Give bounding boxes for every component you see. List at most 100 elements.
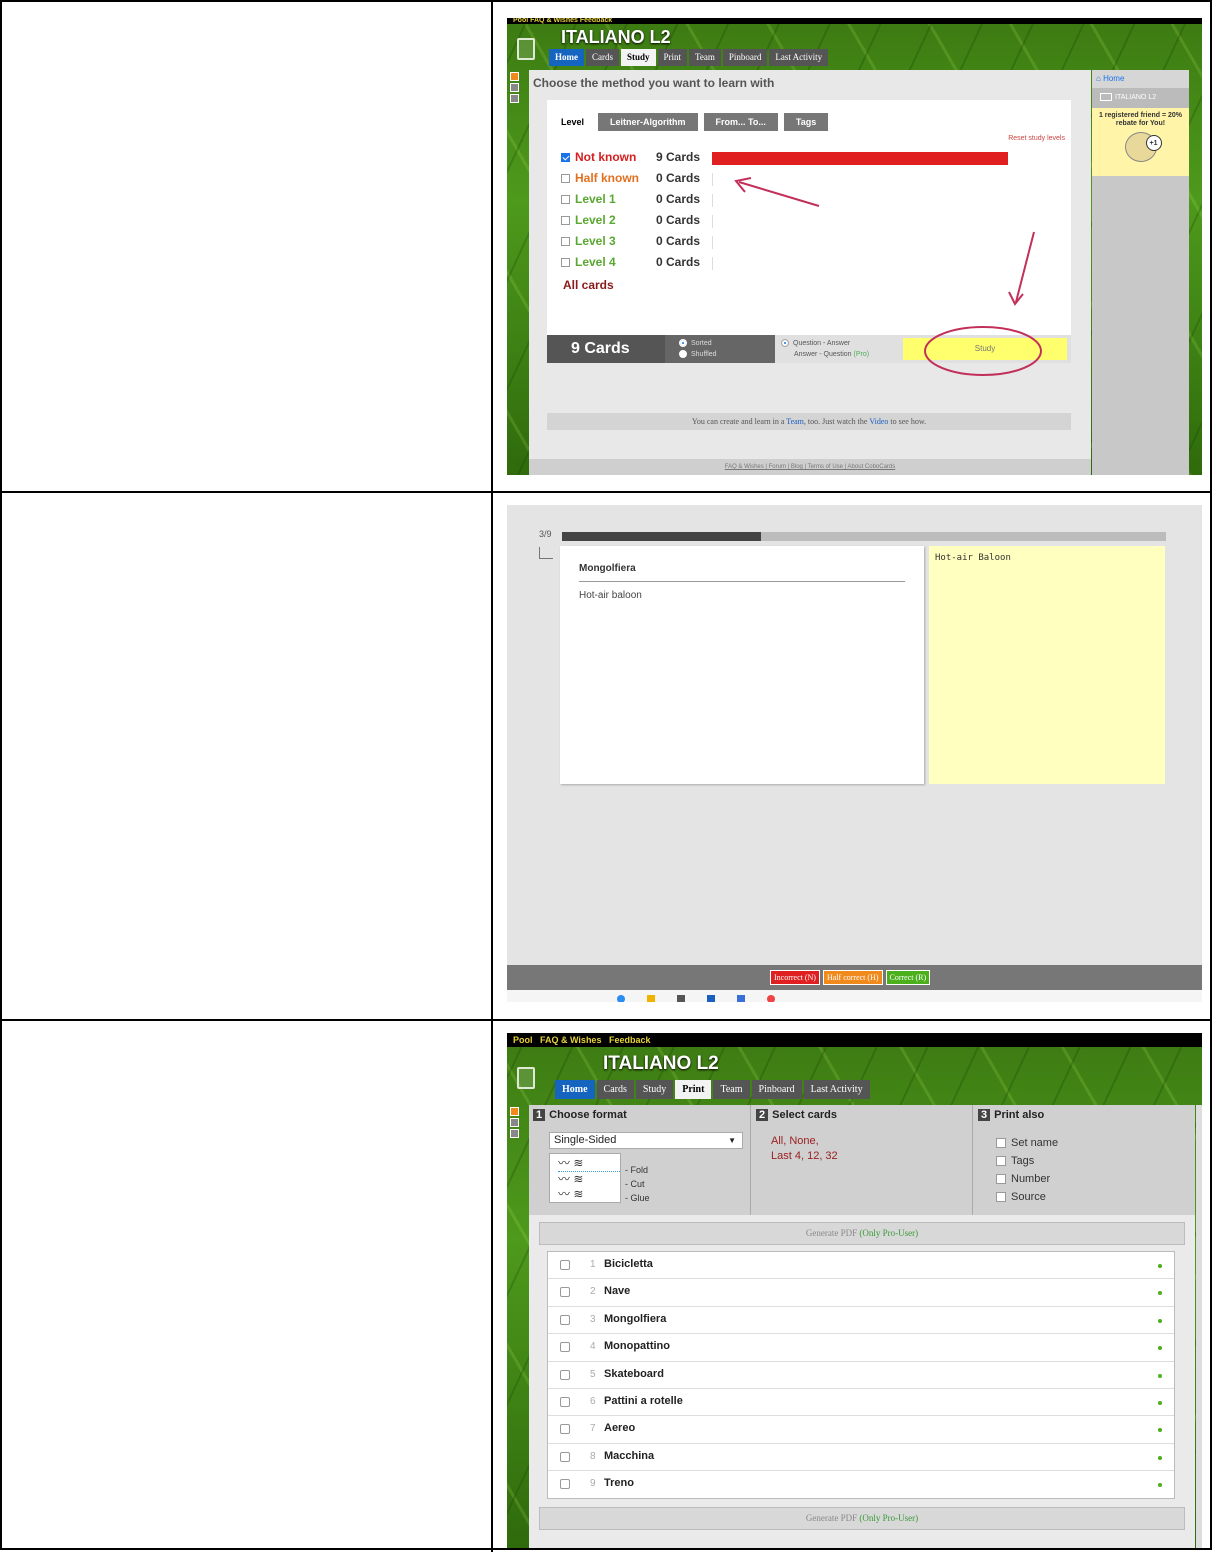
checkbox[interactable] bbox=[996, 1156, 1006, 1167]
grade-button-half-correct[interactable]: Half correct (H) bbox=[822, 970, 883, 985]
card-checkbox[interactable] bbox=[560, 1260, 570, 1270]
divider bbox=[972, 1105, 973, 1215]
browser-icon[interactable] bbox=[617, 995, 625, 1002]
option-label: Number bbox=[1011, 1173, 1051, 1185]
store-icon[interactable] bbox=[677, 995, 685, 1002]
question-text: Hot-air baloon bbox=[579, 590, 642, 601]
card-name[interactable]: Pattini a rotelle bbox=[604, 1395, 683, 1407]
pool-link[interactable]: Pool bbox=[513, 1035, 533, 1045]
progress-bar bbox=[562, 532, 1166, 541]
card-checkbox[interactable] bbox=[560, 1451, 570, 1462]
status-dot-icon bbox=[1158, 1483, 1162, 1488]
card-number: 3 bbox=[590, 1313, 596, 1325]
divider bbox=[579, 581, 905, 582]
table-row[interactable]: 8 Macchina bbox=[548, 1444, 1174, 1472]
table-row[interactable]: 5 Skateboard bbox=[548, 1362, 1174, 1389]
print-screenshot: Pool FAQ & Wishes Feedback ITALIANO L2 H… bbox=[507, 1033, 1202, 1548]
card-checkbox[interactable] bbox=[560, 1314, 570, 1325]
card-name[interactable]: Monopattino bbox=[604, 1340, 670, 1352]
card-number: 5 bbox=[590, 1368, 596, 1380]
divider bbox=[750, 1105, 751, 1215]
card-checkbox[interactable] bbox=[560, 1424, 570, 1435]
card-number: 8 bbox=[590, 1450, 596, 1462]
mail-icon[interactable] bbox=[707, 995, 715, 1002]
card-checkbox[interactable] bbox=[560, 1287, 570, 1298]
card-name[interactable]: Treno bbox=[604, 1477, 634, 1489]
table-column-divider bbox=[491, 2, 493, 1552]
print-also-option[interactable]: Tags bbox=[996, 1152, 1058, 1170]
rss-icon[interactable] bbox=[510, 1107, 519, 1116]
grade-button-correct[interactable]: Correct (R) bbox=[885, 970, 931, 985]
print-also-option[interactable]: Set name bbox=[996, 1134, 1058, 1152]
format-select[interactable]: Single-Sided ▼ bbox=[549, 1132, 743, 1149]
font-size-icon[interactable] bbox=[510, 1118, 519, 1127]
table-row-divider bbox=[2, 491, 1212, 493]
main-nav-tabs: Home Cards Study Print Team Pinboard Last Acti… bbox=[555, 1080, 870, 1099]
card-checkbox[interactable] bbox=[560, 1396, 570, 1407]
progress-fill bbox=[562, 532, 762, 541]
status-dot-icon bbox=[1158, 1318, 1162, 1323]
status-dot-icon bbox=[1158, 1428, 1162, 1433]
tab-home[interactable]: Home bbox=[555, 1080, 595, 1099]
tab-cards[interactable]: Cards bbox=[596, 1080, 634, 1099]
faq-link[interactable]: FAQ & Wishes bbox=[540, 1035, 601, 1045]
chevron-down-icon: ▼ bbox=[728, 1136, 736, 1145]
tab-study[interactable]: Study bbox=[635, 1080, 674, 1099]
tab-team[interactable]: Team bbox=[713, 1080, 750, 1099]
card-checkbox[interactable] bbox=[560, 1369, 570, 1380]
edit-icon[interactable] bbox=[539, 547, 553, 559]
print-icon[interactable] bbox=[510, 1129, 519, 1138]
table-row[interactable]: 7 Aereo bbox=[548, 1416, 1174, 1444]
answer-card[interactable]: Hot-air Baloon bbox=[929, 546, 1165, 784]
answer-text: Hot-air Baloon bbox=[935, 553, 1011, 563]
table-row[interactable]: 4 Monopattino bbox=[548, 1334, 1174, 1362]
scrollbar[interactable] bbox=[1196, 1105, 1202, 1548]
study-button-circle-annotation bbox=[924, 326, 1042, 376]
tab-last-activity[interactable]: Last Activity bbox=[803, 1080, 870, 1099]
card-name[interactable]: Macchina bbox=[604, 1450, 654, 1462]
generate-pdf-button[interactable]: Generate PDF (Only Pro-User) bbox=[539, 1222, 1185, 1245]
question-title: Mongolfiera bbox=[579, 563, 636, 574]
card-number: 9 bbox=[590, 1478, 596, 1490]
feedback-link[interactable]: Feedback bbox=[609, 1035, 651, 1045]
table-row[interactable]: 1 Bicicletta bbox=[548, 1252, 1174, 1280]
select-cards-links[interactable]: All, None, Last 4, 12, 32 bbox=[771, 1134, 838, 1164]
tab-pinboard[interactable]: Pinboard bbox=[751, 1080, 802, 1099]
print-also-options: Set name Tags Number Source bbox=[996, 1134, 1058, 1206]
card-number: 2 bbox=[590, 1286, 596, 1298]
status-dot-icon bbox=[1158, 1264, 1162, 1268]
chrome-icon[interactable] bbox=[767, 995, 775, 1002]
card-name[interactable]: Aereo bbox=[604, 1422, 635, 1434]
generate-pdf-button-bottom[interactable]: Generate PDF (Only Pro-User) bbox=[539, 1507, 1185, 1530]
print-also-option[interactable]: Number bbox=[996, 1170, 1058, 1188]
status-dot-icon bbox=[1158, 1291, 1162, 1296]
study-method-screenshot: Pool FAQ & Wishes Feedback ITALIANO L2 H… bbox=[507, 18, 1202, 475]
table-row[interactable]: 6 Pattini a rotelle bbox=[548, 1389, 1174, 1417]
card-checkbox[interactable] bbox=[560, 1479, 570, 1490]
folder-icon[interactable] bbox=[647, 995, 655, 1002]
table-row[interactable]: 3 Mongolfiera bbox=[548, 1307, 1174, 1335]
card-checkbox[interactable] bbox=[560, 1342, 570, 1353]
grade-button-incorrect[interactable]: Incorrect (N) bbox=[770, 970, 820, 985]
print-also-heading: 3 Print also bbox=[978, 1109, 1044, 1121]
card-name[interactable]: Nave bbox=[604, 1285, 630, 1297]
status-dot-icon bbox=[1158, 1373, 1162, 1378]
checkbox[interactable] bbox=[996, 1174, 1006, 1185]
table-row[interactable]: 9 Treno bbox=[548, 1471, 1174, 1498]
word-icon[interactable] bbox=[737, 995, 745, 1002]
format-notes: - Fold - Cut - Glue bbox=[625, 1165, 650, 1203]
document-table: Pool FAQ & Wishes Feedback ITALIANO L2 H… bbox=[0, 0, 1212, 1552]
table-row-divider bbox=[2, 1019, 1212, 1021]
checkbox[interactable] bbox=[996, 1138, 1006, 1149]
question-card[interactable]: Mongolfiera Hot-air baloon bbox=[560, 546, 924, 784]
table-row[interactable]: 2 Nave bbox=[548, 1279, 1174, 1307]
card-name[interactable]: Skateboard bbox=[604, 1368, 664, 1380]
print-also-option[interactable]: Source bbox=[996, 1188, 1058, 1206]
card-name[interactable]: Bicicletta bbox=[604, 1258, 653, 1270]
checkbox[interactable] bbox=[996, 1192, 1006, 1203]
tab-print[interactable]: Print bbox=[675, 1080, 712, 1099]
card-number: 4 bbox=[590, 1341, 596, 1353]
select-cards-heading: 2 Select cards bbox=[756, 1109, 837, 1121]
card-name[interactable]: Mongolfiera bbox=[604, 1313, 666, 1325]
flashcard-screenshot: 3/9 Mongolfiera Hot-air baloon Hot-air B… bbox=[507, 505, 1202, 1002]
